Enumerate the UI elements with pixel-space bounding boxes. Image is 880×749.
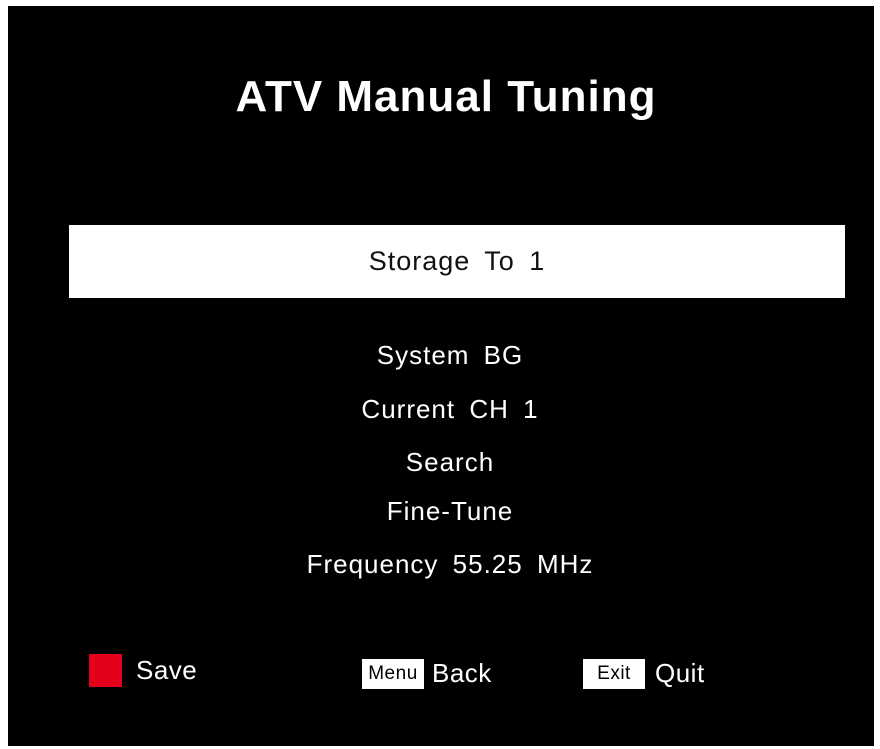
menu-item-system[interactable]: System BG [8, 340, 880, 371]
tv-osd-screen: ATV Manual Tuning Storage To 1 System BG… [8, 6, 874, 746]
back-hint[interactable]: Menu Back [362, 658, 492, 689]
menu-item-fine-tune[interactable]: Fine-Tune [8, 496, 880, 527]
menu-item-storage-selected[interactable]: Storage To 1 [69, 225, 845, 298]
menu-item-search[interactable]: Search [8, 447, 880, 478]
red-key-icon [89, 654, 122, 687]
back-label: Back [432, 658, 492, 688]
menu-item-current-channel[interactable]: Current CH 1 [8, 394, 880, 425]
save-label: Save [136, 655, 198, 685]
quit-label: Quit [655, 658, 705, 688]
menu-key-icon: Menu [362, 658, 424, 689]
menu-item-label: Storage To 1 [368, 246, 546, 276]
menu-title: ATV Manual Tuning [235, 72, 657, 121]
save-hint[interactable]: Save [89, 654, 197, 687]
exit-key-icon: Exit [583, 658, 645, 689]
menu-item-frequency[interactable]: Frequency 55.25 MHz [8, 549, 880, 580]
quit-hint[interactable]: Exit Quit [583, 658, 705, 689]
